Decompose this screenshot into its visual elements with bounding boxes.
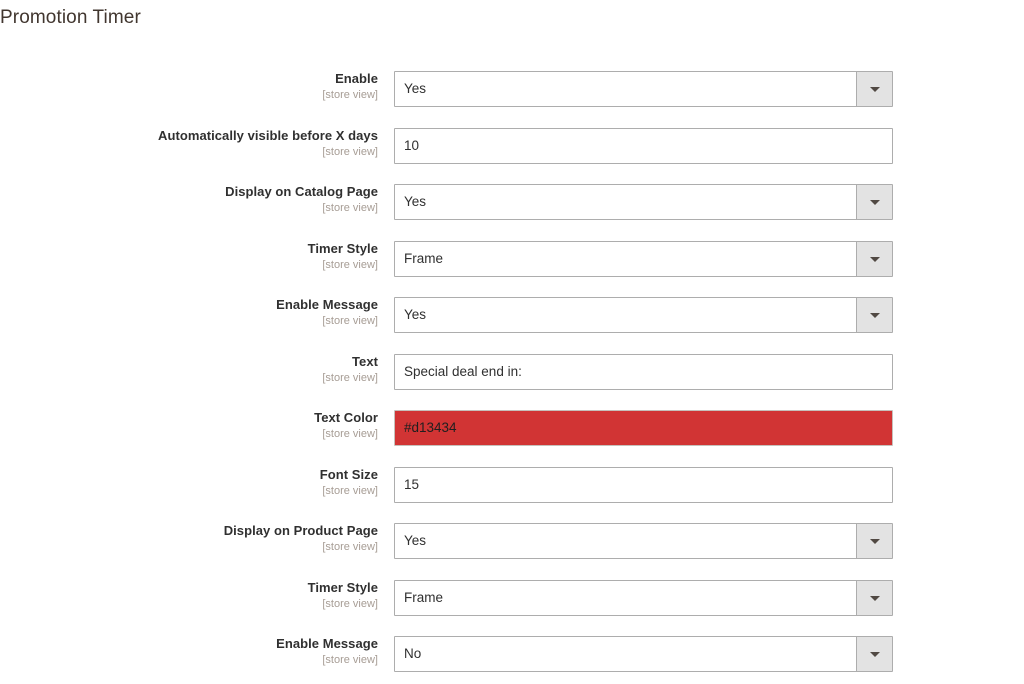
select-display-on-catalog-page[interactable]: Yes — [394, 184, 893, 220]
field-label-enable: Enable — [335, 71, 378, 86]
select-arrow-button-display-on-catalog-page[interactable] — [856, 185, 892, 219]
field-control-timer-style-product: Frame — [394, 579, 893, 616]
field-row-text-color: Text Color [store view] #d13434 — [0, 401, 1024, 458]
select-value-enable-message-product: No — [404, 646, 422, 661]
field-scope-timer-style-product: [store view] — [322, 597, 378, 610]
field-scope-automatically-visible-before-x-days: [store view] — [322, 145, 378, 158]
select-arrow-button-enable-message-catalog[interactable] — [856, 298, 892, 332]
field-scope-enable-message-catalog: [store view] — [322, 315, 378, 327]
field-row-text: Text [store view] Special deal end in: — [0, 345, 1024, 402]
text-input-text[interactable]: Special deal end in: — [394, 353, 893, 390]
select-value-enable: Yes — [404, 81, 427, 96]
text-input-automatically-visible-before-x-days[interactable]: 10 — [394, 127, 893, 164]
field-label-display-on-product-page: Display on Product Page — [223, 523, 378, 538]
field-scope-enable: [store view] — [322, 89, 378, 101]
field-row-enable: Enable [store view] Yes — [0, 62, 1024, 119]
field-label-font-size: Font Size — [319, 466, 378, 482]
field-label-group-automatically-visible-before-x-days: Automatically visible before X days [stor… — [0, 119, 378, 159]
select-arrow-button-display-on-product-page[interactable] — [856, 524, 892, 558]
field-control-display-on-catalog-page: Yes — [394, 184, 893, 220]
field-scope-display-on-product-page: [store view] — [322, 541, 378, 553]
field-label-timer-style-product: Timer Style — [307, 579, 378, 595]
select-arrow-button-timer-style-catalog[interactable] — [856, 241, 892, 276]
chevron-down-icon — [869, 313, 880, 318]
field-control-automatically-visible-before-x-days: 10 — [394, 127, 893, 164]
field-control-text: Special deal end in: — [394, 353, 893, 390]
field-control-text-color: #d13434 — [394, 410, 893, 446]
select-value-timer-style-product: Frame — [404, 589, 444, 605]
field-label-group-timer-style-product: Timer Style [store view] — [0, 571, 378, 611]
field-control-timer-style-catalog: Frame — [394, 240, 893, 277]
field-scope-enable-message-product: [store view] — [322, 654, 378, 666]
field-control-display-on-product-page: Yes — [394, 523, 893, 559]
field-row-enable-message-product: Enable Message [store view] No — [0, 627, 1024, 684]
field-scope-text-color: [store view] — [322, 428, 378, 440]
select-arrow-button-enable[interactable] — [856, 72, 892, 106]
field-label-group-enable-message-product: Enable Message [store view] — [0, 627, 378, 667]
field-label-automatically-visible-before-x-days: Automatically visible before X days — [158, 127, 378, 143]
select-value-timer-style-catalog: Frame — [404, 250, 444, 266]
field-label-group-display-on-product-page: Display on Product Page [store view] — [0, 514, 378, 554]
chevron-down-icon — [869, 539, 880, 544]
promotion-timer-form: Enable [store view] Yes Automatically visib… — [0, 62, 1024, 684]
chevron-down-icon — [869, 652, 880, 657]
select-display-on-product-page[interactable]: Yes — [394, 523, 893, 559]
select-arrow-button-enable-message-product[interactable] — [856, 637, 892, 671]
select-value-display-on-product-page: Yes — [404, 533, 427, 548]
field-label-enable-message-catalog: Enable Message — [276, 297, 378, 312]
color-input-text-color[interactable]: #d13434 — [394, 410, 893, 446]
select-enable-message-product[interactable]: No — [394, 636, 893, 672]
field-control-enable-message-product: No — [394, 636, 893, 672]
field-control-font-size: 15 — [394, 466, 893, 503]
select-value-display-on-catalog-page: Yes — [404, 194, 427, 209]
field-label-group-enable-message-catalog: Enable Message [store view] — [0, 288, 378, 328]
select-value-enable-message-catalog: Yes — [404, 307, 427, 322]
field-scope-display-on-catalog-page: [store view] — [322, 202, 378, 214]
field-scope-font-size: [store view] — [322, 484, 378, 497]
select-timer-style-catalog[interactable]: Frame — [394, 240, 893, 277]
field-row-display-on-catalog-page: Display on Catalog Page [store view] Yes — [0, 175, 1024, 232]
field-row-timer-style-catalog: Timer Style [store view] Frame — [0, 232, 1024, 289]
field-label-group-display-on-catalog-page: Display on Catalog Page [store view] — [0, 175, 378, 215]
field-control-enable: Yes — [394, 71, 893, 107]
chevron-down-icon — [869, 87, 880, 92]
select-enable-message-catalog[interactable]: Yes — [394, 297, 893, 333]
field-label-group-font-size: Font Size [store view] — [0, 458, 378, 498]
field-label-text: Text — [352, 353, 378, 369]
field-row-enable-message-catalog: Enable Message [store view] Yes — [0, 288, 1024, 345]
page-title: Promotion Timer — [0, 7, 141, 28]
chevron-down-icon — [869, 256, 880, 262]
field-row-display-on-product-page: Display on Product Page [store view] Yes — [0, 514, 1024, 571]
select-arrow-button-timer-style-product[interactable] — [856, 580, 892, 615]
field-row-timer-style-product: Timer Style [store view] Frame — [0, 571, 1024, 628]
field-scope-timer-style-catalog: [store view] — [322, 258, 378, 271]
text-input-font-size[interactable]: 15 — [394, 466, 893, 503]
chevron-down-icon — [869, 200, 880, 205]
select-timer-style-product[interactable]: Frame — [394, 579, 893, 616]
field-label-group-timer-style-catalog: Timer Style [store view] — [0, 232, 378, 272]
field-row-font-size: Font Size [store view] 15 — [0, 458, 1024, 515]
chevron-down-icon — [869, 595, 880, 601]
select-enable[interactable]: Yes — [394, 71, 893, 107]
field-scope-text: [store view] — [322, 371, 378, 384]
field-label-group-text: Text [store view] — [0, 345, 378, 385]
field-label-display-on-catalog-page: Display on Catalog Page — [225, 184, 378, 199]
field-label-text-color: Text Color — [314, 410, 378, 425]
field-label-timer-style-catalog: Timer Style — [307, 240, 378, 256]
field-label-group-enable: Enable [store view] — [0, 62, 378, 102]
field-label-group-text-color: Text Color [store view] — [0, 401, 378, 441]
field-label-enable-message-product: Enable Message — [276, 636, 378, 651]
field-control-enable-message-catalog: Yes — [394, 297, 893, 333]
field-row-automatically-visible-before-x-days: Automatically visible before X days [stor… — [0, 119, 1024, 176]
